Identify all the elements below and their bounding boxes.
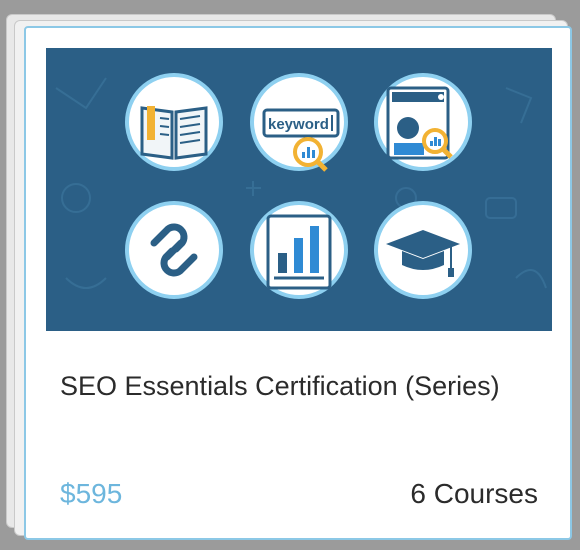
book-icon — [125, 73, 223, 171]
bar-chart-icon — [250, 201, 348, 299]
link-icon — [125, 201, 223, 299]
card-hero-image: keyword — [46, 48, 552, 331]
graduation-cap-icon — [374, 201, 472, 299]
webpage-analytics-icon — [374, 73, 472, 171]
course-series-card[interactable]: keyword SEO Essentials Certification (Se… — [24, 26, 572, 540]
keyword-search-icon: keyword — [250, 73, 348, 172]
course-price: $595 — [60, 478, 123, 509]
course-count: 6 Courses — [410, 478, 538, 509]
course-title[interactable]: SEO Essentials Certification (Series) — [60, 368, 530, 404]
keyword-text: keyword — [268, 116, 329, 133]
